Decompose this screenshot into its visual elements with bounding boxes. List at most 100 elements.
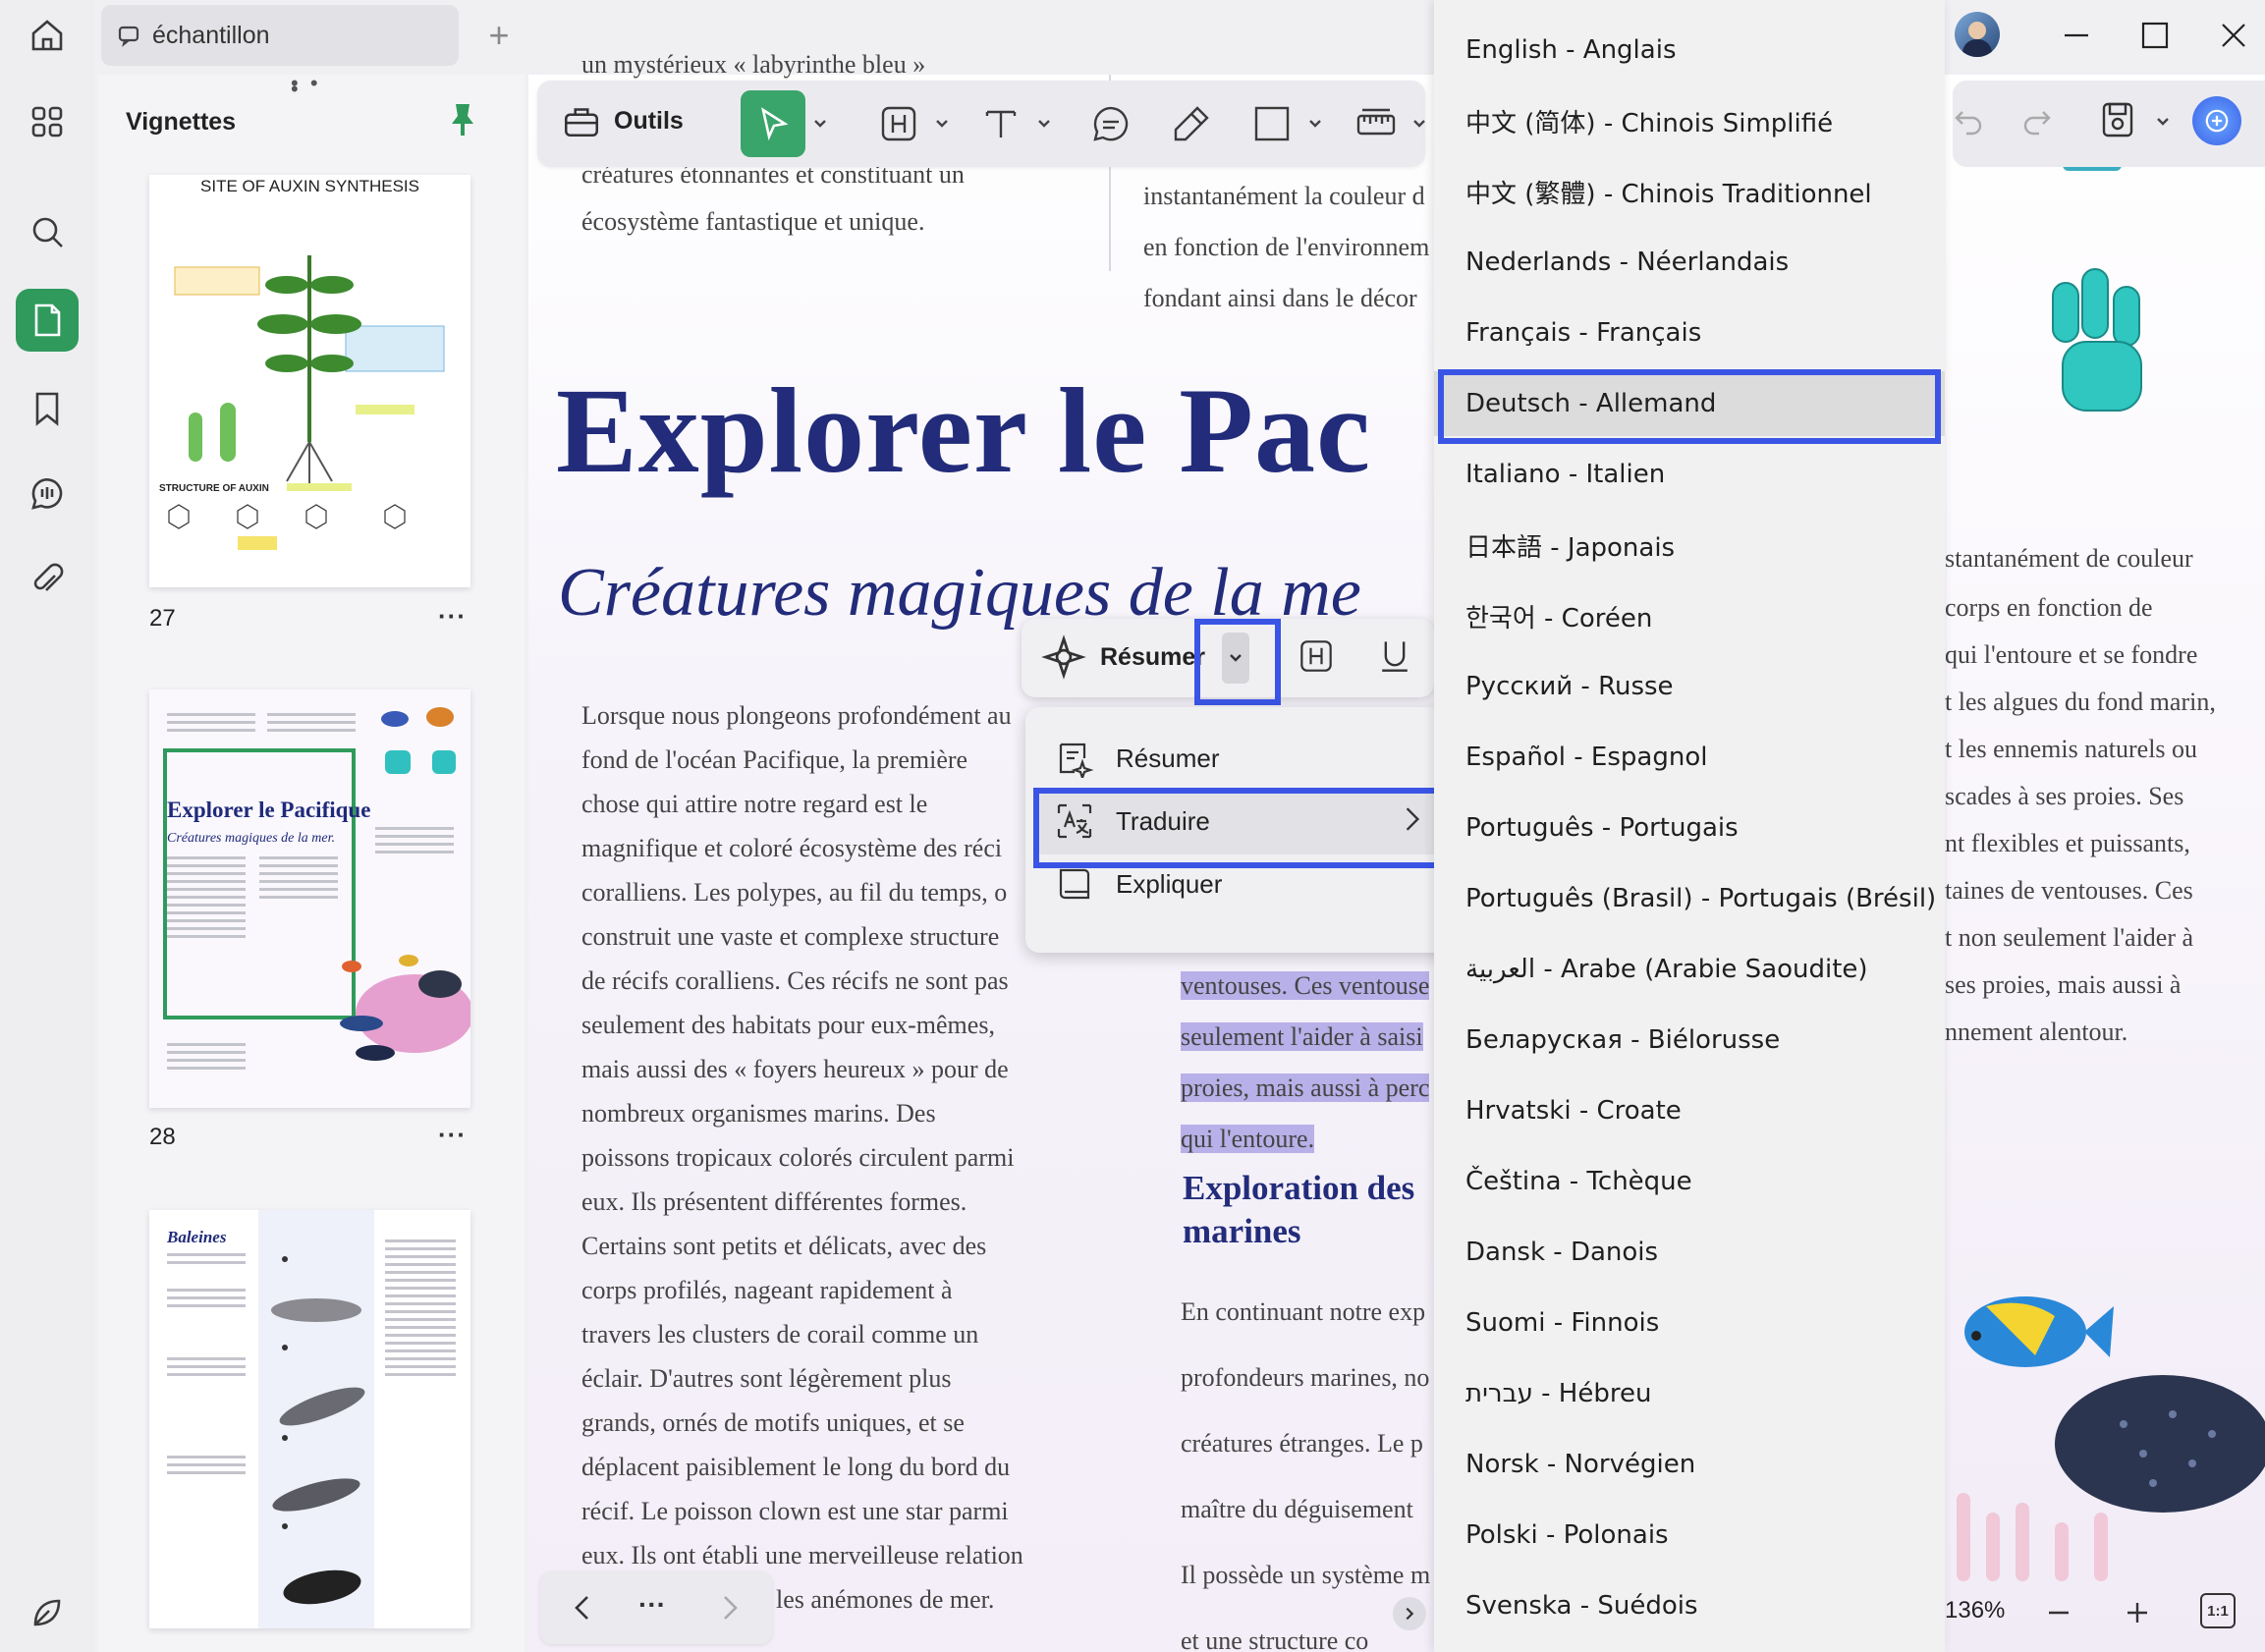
language-option[interactable]: العربية - Arabe (Arabie Saoudite): [1434, 937, 1945, 1002]
pin-icon[interactable]: [448, 100, 477, 139]
language-option[interactable]: Nederlands - Néerlandais: [1434, 230, 1945, 295]
cursor-icon: [761, 107, 789, 141]
thumbnail-page-number: 28: [149, 1124, 176, 1150]
right-text-line: qui l'entoure et se fondre: [1945, 640, 2198, 669]
tab-title: échantillon: [152, 21, 270, 49]
chevron-right-icon: [1406, 1607, 1414, 1621]
language-option[interactable]: 中文 (繁體) - Chinois Traditionnel: [1434, 159, 1945, 224]
zoom-level[interactable]: 136%: [1945, 1597, 2005, 1624]
expand-panel-button[interactable]: [1393, 1597, 1426, 1630]
language-option[interactable]: Français - Français: [1434, 301, 1945, 365]
thumbnail-panel-title: Vignettes: [126, 108, 237, 136]
right-text-line: corps en fonction de: [1945, 593, 2153, 622]
chevron-left-icon[interactable]: [566, 1591, 599, 1624]
right-text-line: scades à ses proies. Ses: [1945, 782, 2184, 810]
page-navigation: ···: [540, 1571, 772, 1644]
close-icon[interactable]: [2214, 16, 2253, 55]
text-icon[interactable]: [977, 100, 1024, 147]
heading-icon[interactable]: [1295, 634, 1338, 678]
language-option[interactable]: Čeština - Tchèque: [1434, 1149, 1945, 1214]
highlight-box-translate: [1033, 788, 1452, 868]
language-option[interactable]: Italiano - Italien: [1434, 442, 1945, 507]
ai-assistant-icon[interactable]: [2192, 96, 2241, 145]
new-tab-button[interactable]: +: [479, 15, 519, 55]
maximize-icon[interactable]: [2135, 16, 2175, 55]
highlight-box-language: [1438, 369, 1941, 444]
right-text-line: stantanément de couleur: [1945, 544, 2193, 573]
minimize-icon[interactable]: [2057, 16, 2096, 55]
chevron-down-icon[interactable]: [812, 116, 828, 132]
chevron-down-icon[interactable]: [1307, 116, 1323, 132]
right-text-line: taines de ventouses. Ces: [1945, 876, 2193, 905]
language-option[interactable]: Suomi - Finnois: [1434, 1291, 1945, 1355]
plant-diagram-image: STRUCTURE OF AUXIN: [159, 255, 445, 573]
zoom-out-icon[interactable]: [2041, 1595, 2076, 1630]
comment-small-icon: [118, 26, 139, 47]
panel-drag-handle[interactable]: • • •: [291, 73, 326, 100]
zoom-bar: 136% 1:1: [1931, 1585, 2265, 1644]
undo-icon[interactable]: [1949, 100, 1988, 139]
toolbox-icon: [564, 108, 599, 137]
language-option[interactable]: עברית - Hébreu: [1434, 1361, 1945, 1426]
whales-page-image: [167, 1239, 456, 1605]
thumbnail-more-button[interactable]: ···: [438, 601, 467, 632]
thumbnail-page-27[interactable]: SITE OF AUXIN SYNTHESIS STRUCTURE OF AUX…: [149, 175, 470, 587]
grid-icon[interactable]: [16, 90, 79, 153]
language-option[interactable]: 中文 (简体) - Chinois Simplifié: [1434, 88, 1945, 153]
redo-icon[interactable]: [2017, 100, 2057, 139]
actual-size-button[interactable]: 1:1: [2200, 1593, 2236, 1628]
comment-icon[interactable]: [16, 462, 79, 524]
ruler-icon[interactable]: [1353, 100, 1400, 147]
home-icon[interactable]: [16, 4, 79, 67]
heading-icon[interactable]: [875, 100, 922, 147]
highlight-box-dropdown: [1194, 619, 1281, 705]
thumbnail-page-number: 27: [149, 605, 176, 632]
chevron-down-icon[interactable]: [1411, 116, 1427, 132]
language-option[interactable]: Беларуская - Biélorusse: [1434, 1008, 1945, 1073]
avatar[interactable]: [1955, 12, 2000, 57]
language-option[interactable]: 日本語 - Japonais: [1434, 513, 1945, 578]
main-toolbar: Outils: [537, 81, 1425, 167]
pen-icon[interactable]: [1168, 100, 1215, 147]
right-text-line: t non seulement l'aider à: [1945, 923, 2194, 952]
svg-text:STRUCTURE OF AUXIN: STRUCTURE OF AUXIN: [159, 483, 269, 494]
bookmark-icon[interactable]: [16, 377, 79, 440]
save-icon[interactable]: [2096, 98, 2139, 141]
language-option[interactable]: Svenska - Suédois: [1434, 1573, 1945, 1638]
summarize-button[interactable]: Résumer: [1041, 634, 1205, 680]
rectangle-icon[interactable]: [1248, 100, 1296, 147]
ai-sparkle-icon: [1041, 634, 1086, 680]
chevron-right-icon[interactable]: [713, 1591, 746, 1624]
more-pages-button[interactable]: ···: [638, 1589, 666, 1621]
chevron-down-icon[interactable]: [2155, 114, 2171, 130]
language-option[interactable]: Dansk - Danois: [1434, 1220, 1945, 1285]
thumbnail-page-29[interactable]: Baleines: [149, 1210, 470, 1628]
select-tool-button[interactable]: [741, 90, 805, 157]
language-option[interactable]: Русский - Russe: [1434, 654, 1945, 719]
language-option[interactable]: Norsk - Norvégien: [1434, 1432, 1945, 1497]
thumbnails-icon[interactable]: [16, 289, 79, 352]
chevron-down-icon[interactable]: [1036, 116, 1052, 132]
thumbnail-more-button[interactable]: ···: [438, 1120, 467, 1150]
language-option[interactable]: Hrvatski - Croate: [1434, 1078, 1945, 1143]
underline-icon[interactable]: [1373, 634, 1416, 678]
comment-icon[interactable]: [1087, 100, 1134, 147]
language-option[interactable]: Português - Portugais: [1434, 796, 1945, 860]
tools-button[interactable]: Outils: [561, 100, 684, 141]
right-text-line: t les algues du fond marin,: [1945, 688, 2216, 716]
theme-icon[interactable]: [16, 1581, 79, 1644]
language-option[interactable]: 한국어 - Coréen: [1434, 583, 1945, 648]
chevron-down-icon[interactable]: [934, 116, 950, 132]
menu-item-summarize[interactable]: Résumer: [1055, 729, 1219, 788]
language-option[interactable]: English - Anglais: [1434, 18, 1945, 83]
right-text-line: ses proies, mais aussi à: [1945, 970, 2182, 999]
attachment-icon[interactable]: [16, 548, 79, 611]
doc-column-2-highlight[interactable]: ventouses. Ces ventouse seulement l'aide…: [1181, 961, 1434, 1165]
zoom-in-icon[interactable]: [2120, 1595, 2155, 1630]
thumbnail-page-28[interactable]: Explorer le Pacifique Créatures magiques…: [149, 689, 470, 1108]
language-option[interactable]: Português (Brasil) - Portugais (Brésil): [1434, 866, 1945, 931]
language-option[interactable]: Español - Espagnol: [1434, 725, 1945, 790]
search-icon[interactable]: [16, 200, 79, 263]
document-tab[interactable]: échantillon: [101, 5, 459, 66]
language-option[interactable]: Polski - Polonais: [1434, 1503, 1945, 1568]
